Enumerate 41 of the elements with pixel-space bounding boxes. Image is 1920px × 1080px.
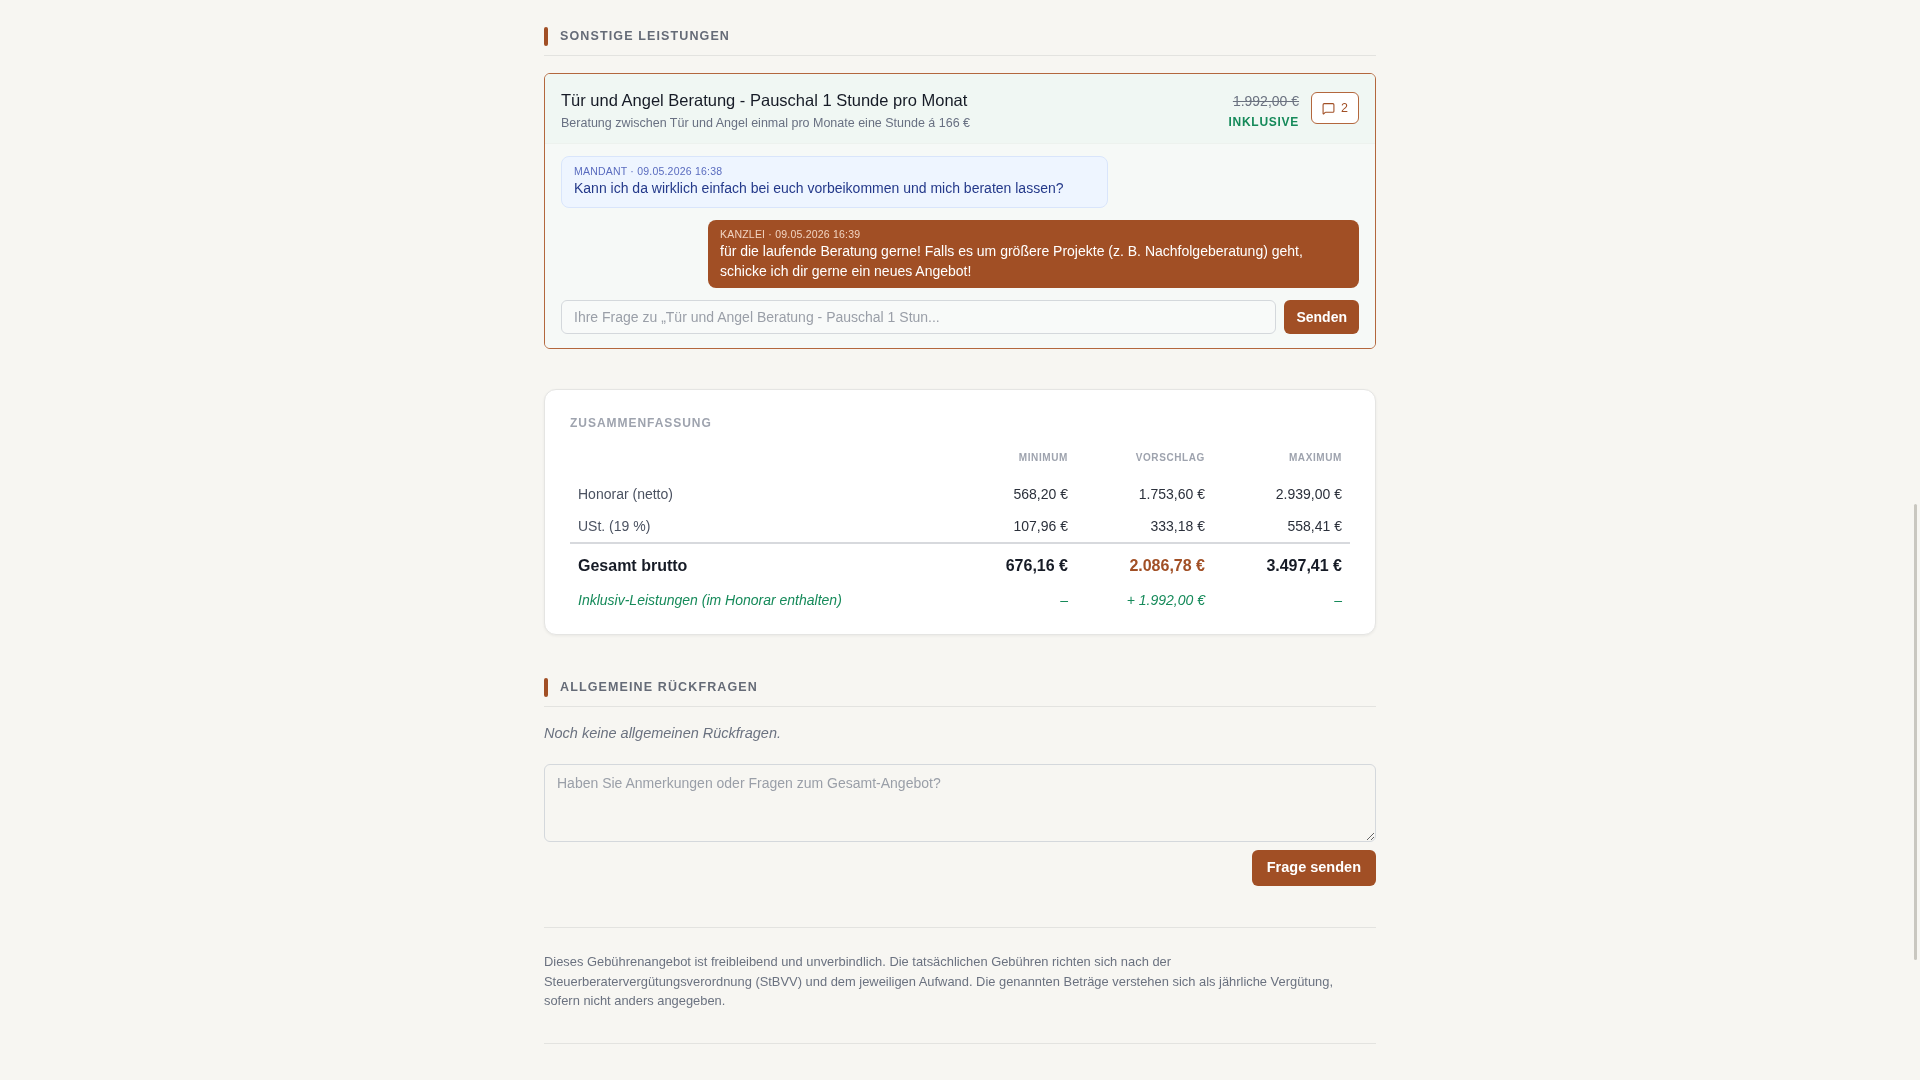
amount-text: 568,20 € <box>1013 485 1068 502</box>
row-label: Honorar (netto) <box>578 485 673 502</box>
amount-text: 1.753,60 € <box>1138 485 1205 502</box>
bar-marker-icon <box>544 678 548 697</box>
column-header: MAXIMUM <box>1288 452 1342 463</box>
comments-button[interactable]: 2 <box>1311 92 1359 124</box>
disclaimer-text: Dieses Gebührenangebot ist freibleibend und unverbindlich. Die tatsächlichen Gebühren richten sich nach der Steuerberatervergütungsverordnung (StBVV) und dem jeweiligen Aufwand. Die genannten Beträge verstehen sich als jährliche Vergütung, sofern nicht anders angegeben. <box>544 953 1334 1010</box>
amount-text: + 1.992,00 € <box>1126 592 1205 608</box>
message-text: Kann ich da wirklich einfach bei euch vorbeikommen und mich beraten lassen? <box>574 179 1065 198</box>
amount-text: 558,41 € <box>1287 518 1342 534</box>
inclusive-label: INKLUSIVE <box>1228 114 1300 131</box>
price-text: 1.992,00 € <box>1232 92 1300 110</box>
empty-note: Noch keine allgemeinen Rückfragen. <box>544 724 782 743</box>
amount-text: – <box>1334 592 1342 608</box>
scrollbar-thumb[interactable] <box>1914 504 1917 960</box>
row-label: USt. (19 %) <box>578 518 651 534</box>
amount-text: 676,16 € <box>1005 557 1068 574</box>
speech-bubble-icon <box>1322 101 1336 115</box>
message-text: für die laufende Beratung gerne! Falls es um größere Projekte (z. B. Nachfolgeberatung) geht, schicke ich dir gerne ein neues Angebot! <box>720 242 1304 281</box>
column-header: VORSCHLAG <box>1135 452 1205 463</box>
bar-marker-icon <box>544 27 548 46</box>
send-button[interactable]: Senden <box>1284 300 1359 334</box>
section-heading: ALLGEMEINE RÜCKFRAGEN <box>560 679 758 697</box>
amount-text: – <box>1060 592 1068 608</box>
column-header: MINIMUM <box>1018 452 1068 463</box>
row-label: Gesamt brutto <box>578 557 688 574</box>
service-title: Tür und Angel Beratung - Pauschal 1 Stunde pro Monat <box>561 90 969 111</box>
question-input[interactable]: Ihre Frage zu „Tür und Angel Beratung - Pauschal 1 Stun... <box>561 300 1277 334</box>
message-meta: KANZLEI · 09.05.2026 16:39 <box>720 227 862 241</box>
amount-text: 2.939,00 € <box>1275 485 1342 502</box>
summary-heading: ZUSAMMENFASSUNG <box>570 415 713 432</box>
amount-text: 107,96 € <box>1013 518 1068 534</box>
amount-text: 3.497,41 € <box>1266 557 1342 574</box>
question-textarea[interactable]: Haben Sie Anmerkungen oder Fragen zum Gesamt-Angebot? <box>544 764 1376 842</box>
row-label: Inklusiv-Leistungen (im Honorar enthalten) <box>578 592 842 608</box>
section-heading: SONSTIGE LEISTUNGEN <box>560 28 730 46</box>
message-meta: MANDANT · 09.05.2026 16:38 <box>574 164 724 178</box>
amount-text: 2.086,78 € <box>1129 557 1205 574</box>
amount-text: 333,18 € <box>1150 518 1205 534</box>
submit-question-button[interactable]: Frage senden <box>1251 850 1376 886</box>
service-description: Beratung zwischen Tür und Angel einmal pro Monate eine Stunde á 166 € <box>561 115 971 132</box>
